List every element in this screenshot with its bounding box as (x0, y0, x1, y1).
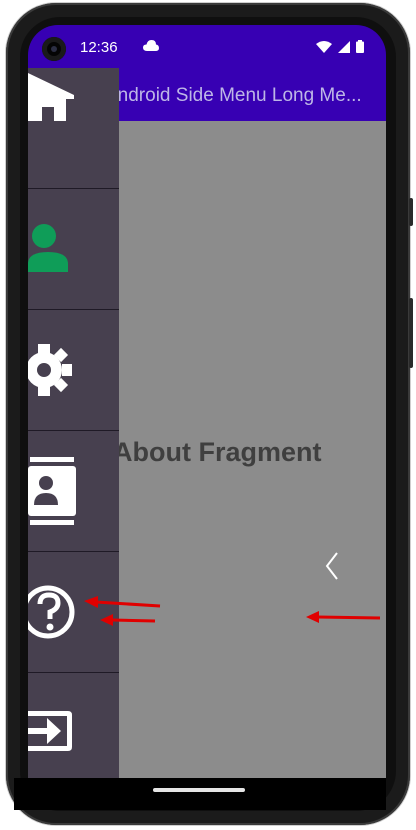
fragment-label: About Fragment (113, 437, 322, 467)
gear-icon (28, 344, 72, 396)
side-drawer (28, 68, 119, 778)
drawer-item-profile[interactable] (28, 189, 119, 310)
front-camera (42, 37, 66, 61)
device-screen: 12:36 Android Side Menu Long Me... About… (28, 25, 386, 778)
contact-card-icon (28, 457, 76, 525)
chevron-left-icon[interactable] (325, 551, 339, 581)
drawer-item-home[interactable] (28, 68, 119, 189)
cloud-icon (143, 40, 159, 51)
wifi-icon (316, 40, 332, 53)
navigation-bar (14, 778, 386, 810)
status-icons (316, 40, 364, 53)
drawer-item-help[interactable] (28, 552, 119, 673)
home-icon (28, 73, 74, 121)
app-bar-title: Android Side Menu Long Me... (105, 85, 362, 106)
signal-icon (338, 40, 350, 53)
home-gesture-pill[interactable] (153, 788, 245, 792)
person-icon (28, 224, 68, 272)
battery-icon (356, 40, 364, 53)
power-button (409, 298, 413, 368)
volume-button (409, 198, 413, 226)
status-time: 12:36 (80, 39, 118, 56)
drawer-item-settings[interactable] (28, 310, 119, 431)
drawer-item-logout[interactable] (28, 673, 119, 778)
logout-icon (28, 711, 72, 751)
drawer-item-about[interactable] (28, 431, 119, 552)
help-icon (28, 585, 75, 639)
